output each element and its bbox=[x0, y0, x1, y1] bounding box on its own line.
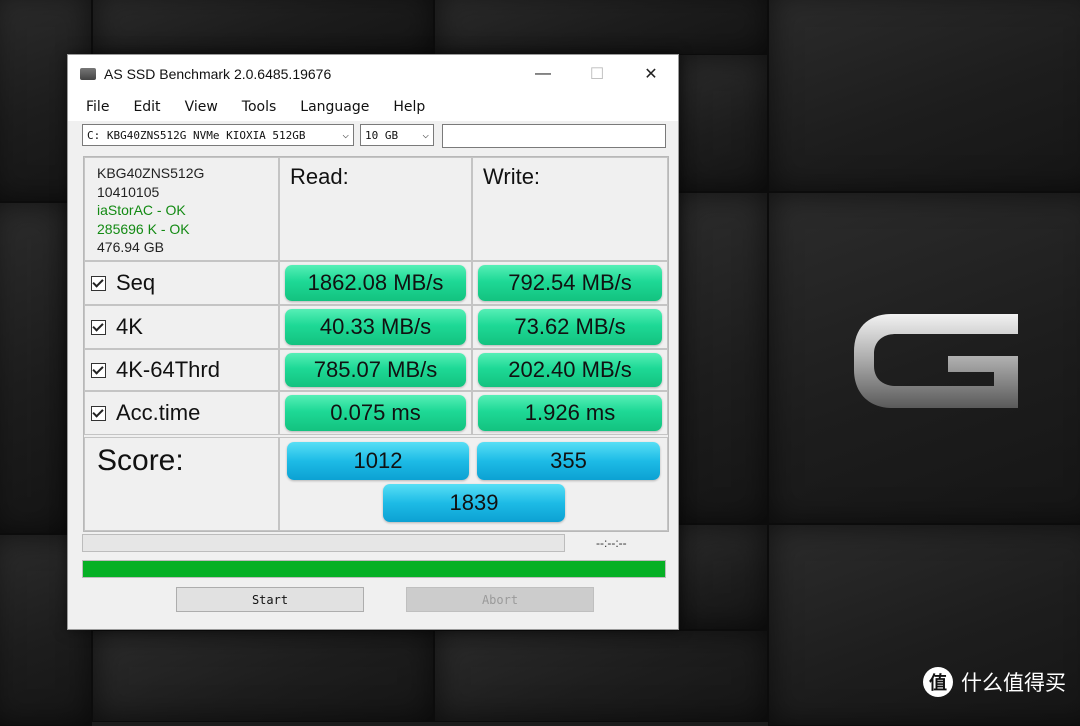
seq-write-value: 792.54 MB/s bbox=[478, 265, 662, 301]
acctime-write-cell: 1.926 ms bbox=[472, 391, 668, 435]
as-ssd-window: AS SSD Benchmark 2.0.6485.19676 — ☐ ✕ Fi… bbox=[67, 54, 679, 630]
drive-model: KBG40ZNS512G bbox=[97, 165, 205, 181]
driver-status: iaStorAC - OK bbox=[97, 202, 186, 218]
menu-help[interactable]: Help bbox=[381, 99, 437, 115]
4k-read-value: 40.33 MB/s bbox=[285, 309, 466, 345]
alignment-status: 285696 K - OK bbox=[97, 220, 190, 237]
drive-select[interactable]: C: KBG40ZNS512G NVMe KIOXIA 512GB ⌵ bbox=[82, 124, 354, 146]
row-label: 4K bbox=[116, 314, 143, 339]
menu-language[interactable]: Language bbox=[288, 99, 381, 115]
acctime-write-value: 1.926 ms bbox=[478, 395, 662, 431]
read-header: Read: bbox=[279, 157, 472, 261]
overall-progress-bar bbox=[82, 560, 666, 578]
blank-text-field[interactable] bbox=[442, 124, 666, 148]
brand-logo-g bbox=[854, 314, 1018, 408]
menu-view[interactable]: View bbox=[173, 99, 230, 115]
elapsed-timer: --:--:-- bbox=[596, 536, 627, 550]
score-total: 1839 bbox=[383, 484, 565, 522]
checkbox-checked-icon[interactable] bbox=[91, 319, 106, 335]
acctime-read-cell: 0.075 ms bbox=[279, 391, 472, 435]
seq-read-value: 1862.08 MB/s bbox=[285, 265, 466, 301]
results-grid: KBG40ZNS512G 10410105 iaStorAC - OK 2856… bbox=[83, 156, 669, 532]
menu-edit[interactable]: Edit bbox=[121, 99, 172, 115]
drive-capacity: 476.94 GB bbox=[97, 239, 164, 255]
checkbox-checked-icon[interactable] bbox=[91, 275, 106, 291]
start-button[interactable]: Start bbox=[176, 587, 364, 612]
drive-select-value: C: KBG40ZNS512G NVMe KIOXIA 512GB bbox=[87, 128, 306, 142]
drive-info-panel: KBG40ZNS512G 10410105 iaStorAC - OK 2856… bbox=[84, 157, 279, 261]
row-4k-label[interactable]: 4K bbox=[84, 305, 279, 349]
4k-write-cell: 73.62 MB/s bbox=[472, 305, 668, 349]
chevron-down-icon: ⌵ bbox=[342, 128, 349, 141]
test-size-select[interactable]: 10 GB ⌵ bbox=[360, 124, 434, 146]
watermark-text: 什么值得买 bbox=[961, 671, 1066, 695]
app-drive-icon bbox=[80, 68, 96, 80]
write-header: Write: bbox=[472, 157, 668, 261]
row-seq-label[interactable]: Seq bbox=[84, 261, 279, 305]
minimize-button[interactable]: — bbox=[516, 55, 570, 93]
menu-bar: File Edit View Tools Language Help bbox=[68, 93, 678, 121]
maximize-button[interactable]: ☐ bbox=[570, 55, 624, 93]
test-progress-bar bbox=[82, 534, 565, 552]
abort-button[interactable]: Abort bbox=[406, 587, 594, 612]
row-acctime-label[interactable]: Acc.time bbox=[84, 391, 279, 435]
menu-file[interactable]: File bbox=[74, 99, 121, 115]
row-label: Seq bbox=[116, 270, 156, 295]
score-write: 355 bbox=[477, 442, 660, 480]
row-4k64-label[interactable]: 4K-64Thrd bbox=[84, 349, 279, 391]
4k64-read-cell: 785.07 MB/s bbox=[279, 349, 472, 391]
4k-write-value: 73.62 MB/s bbox=[478, 309, 662, 345]
4k64-write-cell: 202.40 MB/s bbox=[472, 349, 668, 391]
score-label: Score: bbox=[84, 437, 279, 531]
row-label: 4K-64Thrd bbox=[116, 357, 220, 382]
4k64-read-value: 785.07 MB/s bbox=[285, 353, 466, 387]
seq-read-cell: 1862.08 MB/s bbox=[279, 261, 472, 305]
checkbox-checked-icon[interactable] bbox=[91, 362, 106, 378]
score-panel: 1012 355 1839 bbox=[279, 437, 668, 531]
chevron-down-icon: ⌵ bbox=[422, 128, 429, 141]
test-size-value: 10 GB bbox=[365, 128, 399, 142]
drive-firmware: 10410105 bbox=[97, 183, 160, 200]
checkbox-checked-icon[interactable] bbox=[91, 405, 106, 421]
window-title: AS SSD Benchmark 2.0.6485.19676 bbox=[104, 66, 332, 82]
watermark: 值 什么值得买 bbox=[923, 667, 1066, 697]
row-label: Acc.time bbox=[116, 400, 201, 425]
close-button[interactable]: ✕ bbox=[624, 55, 678, 93]
watermark-badge-icon: 值 bbox=[923, 667, 953, 697]
4k64-write-value: 202.40 MB/s bbox=[478, 353, 662, 387]
score-read: 1012 bbox=[287, 442, 469, 480]
acctime-read-value: 0.075 ms bbox=[285, 395, 466, 431]
seq-write-cell: 792.54 MB/s bbox=[472, 261, 668, 305]
menu-tools[interactable]: Tools bbox=[230, 99, 289, 115]
title-bar[interactable]: AS SSD Benchmark 2.0.6485.19676 — ☐ ✕ bbox=[68, 55, 678, 93]
4k-read-cell: 40.33 MB/s bbox=[279, 305, 472, 349]
